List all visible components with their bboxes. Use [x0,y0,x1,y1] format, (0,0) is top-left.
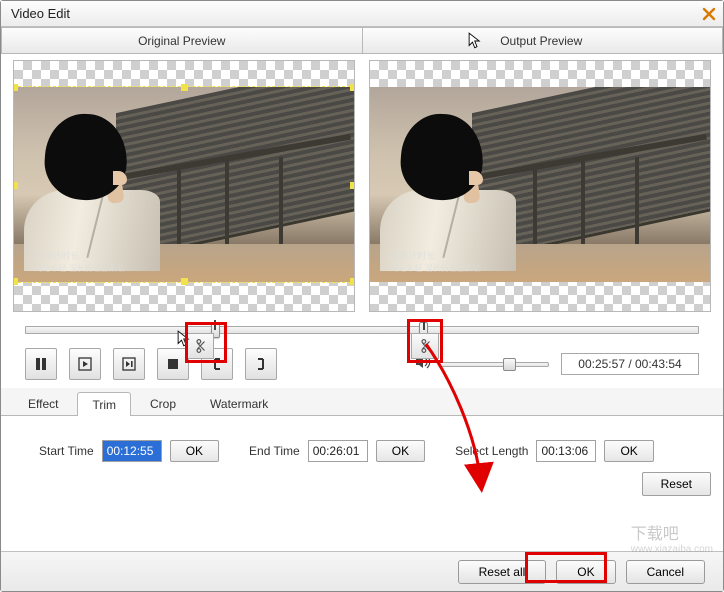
volume-knob[interactable] [503,358,516,371]
start-time-input[interactable] [102,440,162,462]
next-frame-button[interactable] [113,348,145,380]
original-preview[interactable]: 用诡计时长 终记年轻 漫长仍倍感柔软 [13,60,355,312]
output-preview: 用诡计时长 终记年轻 漫长仍倍感柔软 [369,60,711,312]
tab-effect[interactable]: Effect [13,391,73,415]
cancel-button[interactable]: Cancel [626,560,705,584]
play-button[interactable] [69,348,101,380]
select-length-label: Select Length [455,444,528,458]
cut-at-start-button[interactable] [186,333,214,359]
close-icon[interactable] [701,6,717,22]
end-time-input[interactable] [308,440,368,462]
output-preview-header: Output Preview [363,27,724,54]
end-time-label: End Time [249,444,300,458]
subtitle-line-2: 终记年轻 漫长仍倍感柔软 [34,263,124,274]
reset-all-button[interactable]: Reset all [458,560,547,584]
tab-watermark[interactable]: Watermark [195,391,283,415]
pause-button[interactable] [25,348,57,380]
cut-at-end-button[interactable] [411,333,439,359]
subtitle-line-1: 用诡计时长 [34,249,79,262]
stop-button[interactable] [157,348,189,380]
end-time-ok-button[interactable]: OK [376,440,425,462]
select-length-ok-button[interactable]: OK [604,440,653,462]
mark-out-button[interactable] [245,348,277,380]
time-display: 00:25:57 / 00:43:54 [561,353,699,375]
tab-crop[interactable]: Crop [135,391,191,415]
start-time-label: Start Time [39,444,94,458]
original-preview-header: Original Preview [1,27,363,54]
tab-trim[interactable]: Trim [77,392,131,416]
window-title: Video Edit [11,6,701,21]
select-length-input[interactable] [536,440,596,462]
start-time-ok-button[interactable]: OK [170,440,219,462]
site-watermark: 下载吧 www.xiazaiba.com [631,520,713,555]
volume-slider[interactable] [439,362,549,367]
tab-bar: Effect Trim Crop Watermark [1,388,723,416]
cursor-icon [468,32,486,50]
ok-button[interactable]: OK [556,560,615,584]
reset-button[interactable]: Reset [642,472,711,496]
timeline-track[interactable] [25,326,699,334]
trim-panel: Start Time OK End Time OK Select Length … [1,416,723,472]
